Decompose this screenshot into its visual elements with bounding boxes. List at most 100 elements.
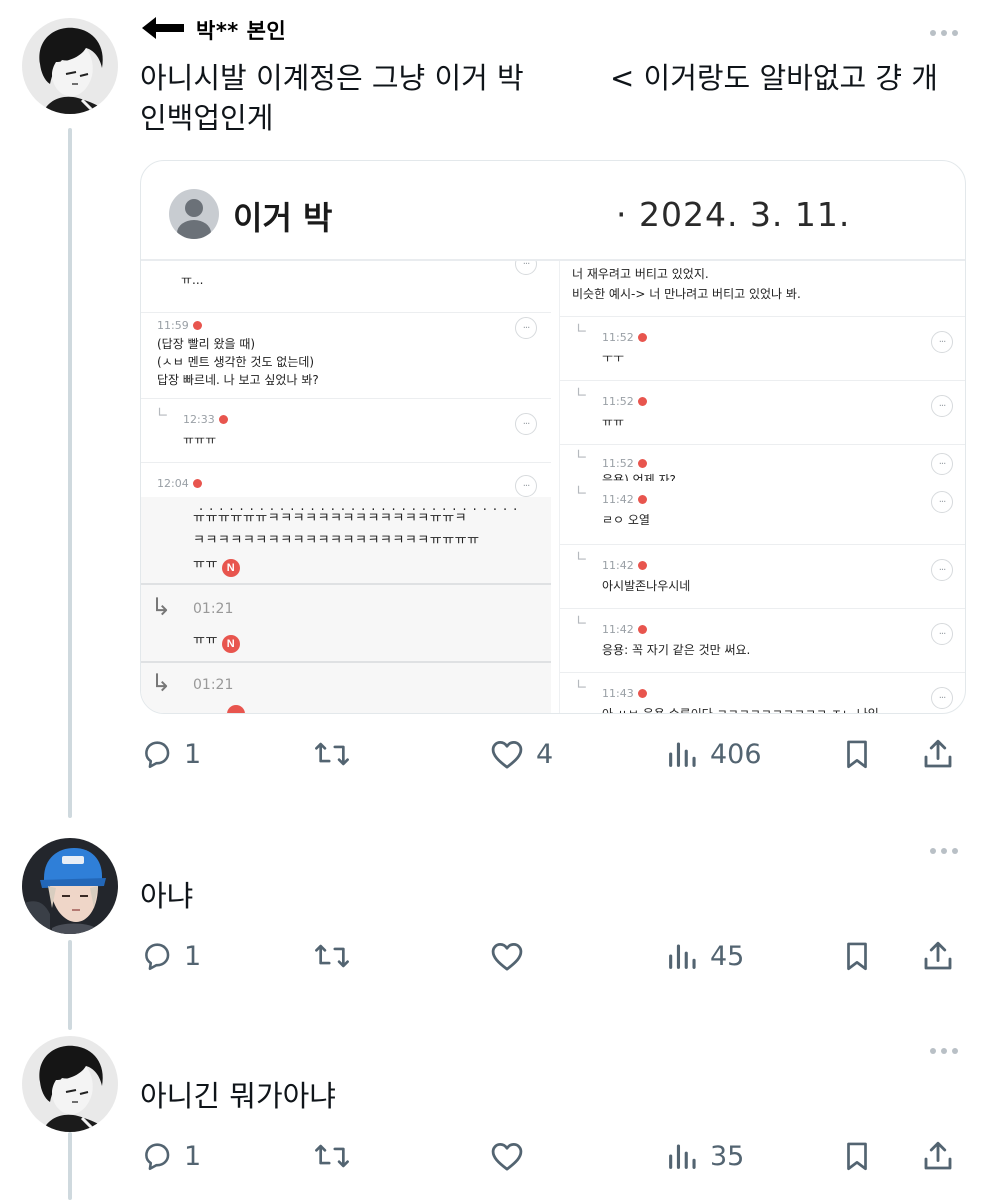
overlay-text-line3: ㅠㅠ N (193, 553, 240, 577)
default-avatar-icon (169, 189, 219, 239)
comment-item: ∟ 11:52 ㅠㅠ ··· (560, 381, 965, 445)
avatar[interactable] (22, 838, 118, 934)
reply-corner-icon: ∟ (576, 483, 588, 499)
reply-count: 1 (184, 940, 202, 972)
comment-text: 비슷한 예시-> 너 만나려고 버티고 있었나 봐. (572, 287, 801, 301)
post-text-line1: 아니시발 이계정은 그냥 이거 박 (140, 61, 524, 95)
thread-line-2 (68, 940, 72, 1030)
post-text: 아냐 (140, 879, 194, 913)
new-badge: N (221, 559, 240, 577)
comment-time: 11:42 (602, 559, 647, 572)
post-actions: 1 45 (140, 934, 966, 978)
overlay-time: 01:21 (193, 677, 234, 693)
thread-line-1 (68, 128, 72, 818)
comment-item: 너 재우려고 버티고 있었지. 비슷한 예시-> 너 만나려고 버티고 있었나 … (560, 261, 965, 317)
like-button[interactable] (488, 1134, 536, 1178)
bar-chart-icon (664, 939, 700, 973)
comment-item: ∟ 11:42 ㄹㅇ 오열 ··· (560, 483, 965, 545)
overlay-text-line4: ㅠㅠ N (193, 629, 240, 653)
more-icon: ··· (931, 559, 953, 581)
repost-icon (312, 737, 352, 771)
attached-image[interactable]: 이거 박 · 2024. 3. 11. ㅠ... ··· 11:59 (답장 빨… (140, 160, 966, 714)
views-count: 406 (710, 738, 762, 770)
comment-text: (ㅅㅂ 멘트 생각한 것도 없는데) (157, 355, 315, 369)
share-icon (920, 1138, 956, 1174)
bookmark-button[interactable] (840, 732, 874, 776)
comment-time: 11:43 (602, 687, 647, 700)
more-icon: ··· (931, 453, 953, 475)
avatar[interactable] (22, 1036, 118, 1132)
reply-corner-icon: ∟ (576, 677, 588, 693)
share-button[interactable] (920, 934, 956, 978)
comment-time: 12:33 (183, 413, 228, 426)
comment-icon (140, 737, 174, 771)
repost-button[interactable] (312, 732, 352, 776)
bar-chart-icon (664, 1139, 700, 1173)
more-icon: ··· (515, 413, 537, 435)
comment-time: 12:04 (157, 477, 202, 490)
arrow-left-icon (140, 15, 186, 45)
like-button[interactable] (488, 934, 536, 978)
share-button[interactable] (920, 732, 956, 776)
comment-time: 11:42 (602, 623, 647, 636)
avatar[interactable] (22, 18, 118, 114)
views-button[interactable]: 35 (664, 1134, 744, 1178)
more-options-icon[interactable] (930, 30, 958, 36)
bookmark-button[interactable] (840, 934, 874, 978)
share-button[interactable] (920, 1134, 956, 1178)
views-button[interactable]: 45 (664, 934, 744, 978)
reply-corner-icon: ∟ (576, 613, 588, 629)
more-icon: ··· (931, 623, 953, 645)
more-options-icon[interactable] (930, 1048, 958, 1054)
views-button[interactable]: 406 (664, 732, 762, 776)
comment-time: 11:59 (157, 319, 202, 332)
repost-button[interactable] (312, 934, 352, 978)
heart-icon (488, 737, 526, 771)
comment-text: 아 ㅆㅂ 응용 수류이다 ㅋㅋㅋㅋㅋㅋㅋㅋㅋㅋ ㅈㄴ 나임 (602, 707, 879, 714)
share-icon (920, 736, 956, 772)
more-icon: ··· (931, 491, 953, 513)
badge-partial (227, 705, 245, 713)
repost-icon (312, 1139, 352, 1173)
overlay-divider (141, 661, 551, 663)
comment-text: (답장 빨리 왔을 때) (157, 337, 256, 351)
post-text: 아니긴 뭐가아냐 (140, 1079, 336, 1113)
reply-button[interactable]: 1 (140, 732, 201, 776)
post-actions: 1 35 (140, 1134, 966, 1178)
reply-button[interactable]: 1 (140, 1134, 201, 1178)
comment-time: 11:42 (602, 493, 647, 506)
bookmark-icon (840, 1138, 874, 1174)
reply-arrow-icon: ↳ (151, 593, 172, 621)
like-count: 4 (536, 738, 554, 770)
repost-button[interactable] (312, 1134, 352, 1178)
reply-corner-icon: ∟ (157, 405, 169, 421)
thread-line-3 (68, 1132, 72, 1200)
card-username: 이거 박 (233, 199, 333, 237)
more-icon: ··· (515, 317, 537, 339)
comment-text: ㅜㅜ (602, 351, 625, 365)
comment-item: ∟ 11:52 ㅜㅜ ··· (560, 317, 965, 381)
comments-column-right: 너 재우려고 버티고 있었지. 비슷한 예시-> 너 만나려고 버티고 있었나 … (559, 261, 965, 714)
comment-item: ∟ 11:43 아 ㅆㅂ 응용 수류이다 ㅋㅋㅋㅋㅋㅋㅋㅋㅋㅋ ㅈㄴ 나임 ··… (560, 673, 965, 714)
comment-item: ∟ 11:42 응용: 꼭 자기 같은 것만 써요. ··· (560, 609, 965, 673)
reply-corner-icon: ∟ (576, 447, 588, 463)
reply-button[interactable]: 1 (140, 934, 201, 978)
comment-icon (140, 939, 174, 973)
comment-time: 11:52 (602, 331, 647, 344)
post-text: 아니시발 이계정은 그냥 이거 박 < 이거랑도 알바없고 걍 개 인백업인게 (140, 58, 966, 138)
more-options-icon[interactable] (930, 848, 958, 854)
bookmark-button[interactable] (840, 1134, 874, 1178)
heart-icon (488, 939, 526, 973)
comment-text: ㅠㅠㅠ (183, 433, 217, 447)
post-text-line1-right: < 이거랑도 알바없고 걍 개 (610, 61, 938, 95)
comment-text: 응용: 꼭 자기 같은 것만 써요. (602, 643, 751, 657)
comment-item: ∟ 11:52 응용) 언제 자? ··· (560, 445, 965, 485)
card-date: · 2024. 3. 11. (616, 195, 851, 234)
comment-item: ∟ 12:33 ㅠㅠㅠ ··· (141, 399, 551, 463)
more-icon: ··· (515, 475, 537, 497)
repost-icon (312, 939, 352, 973)
like-button[interactable]: 4 (488, 732, 553, 776)
comment-text: ㅠㅠ (602, 415, 625, 429)
comments-column-left: ㅠ... ··· 11:59 (답장 빨리 왔을 때) (ㅅㅂ 멘트 생각한 것… (141, 261, 551, 713)
share-icon (920, 938, 956, 974)
